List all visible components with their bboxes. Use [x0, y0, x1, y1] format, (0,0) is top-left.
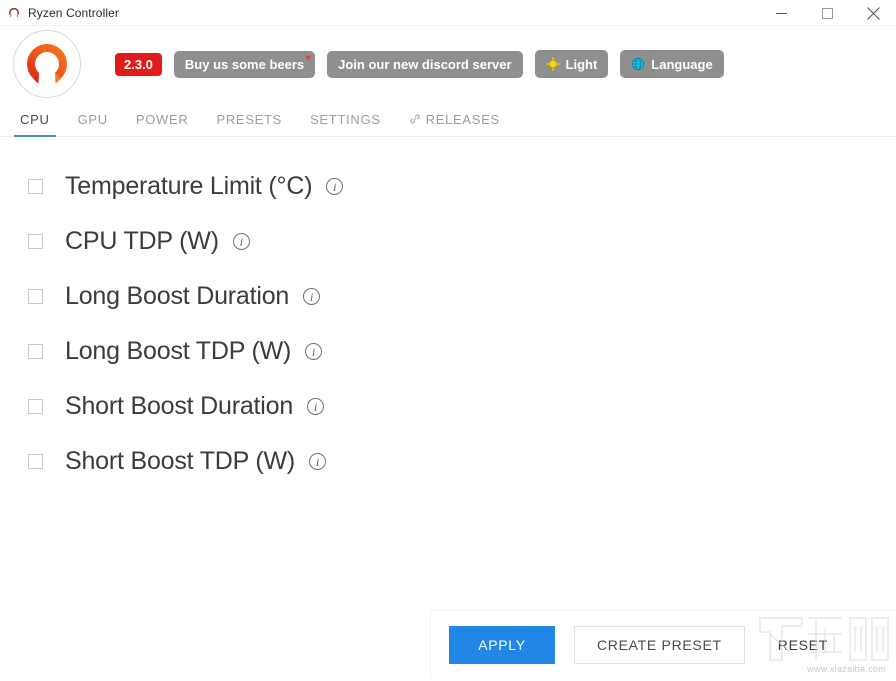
- apply-button[interactable]: APPLY: [449, 626, 555, 664]
- tab-presets[interactable]: PRESETS: [202, 102, 296, 136]
- setting-row-cpu-tdp: CPU TDP (W) i: [28, 214, 896, 269]
- version-badge: 2.3.0: [115, 53, 162, 76]
- tab-settings[interactable]: SETTINGS: [296, 102, 395, 136]
- label-cpu-tdp: CPU TDP (W): [65, 227, 219, 256]
- discord-label: Join our new discord server: [338, 58, 511, 71]
- checkbox-long-boost-tdp[interactable]: [28, 344, 43, 359]
- label-long-boost-tdp: Long Boost TDP (W): [65, 337, 291, 366]
- label-short-boost-duration: Short Boost Duration: [65, 392, 293, 421]
- titlebar: Ryzen Controller: [0, 0, 896, 26]
- toolbar: 2.3.0 Buy us some beers ♥ Join our new d…: [0, 26, 896, 102]
- tab-cpu-label: CPU: [20, 112, 50, 127]
- setting-row-short-boost-duration: Short Boost Duration i: [28, 379, 896, 434]
- heart-icon: ♥: [305, 54, 311, 64]
- tab-gpu-label: GPU: [78, 112, 108, 127]
- discord-button[interactable]: Join our new discord server: [327, 51, 522, 78]
- language-label: Language: [651, 58, 712, 71]
- info-icon-short-boost-tdp[interactable]: i: [309, 453, 326, 470]
- setting-row-long-boost-duration: Long Boost Duration i: [28, 269, 896, 324]
- reset-button[interactable]: RESET: [764, 626, 842, 664]
- sun-icon: [546, 57, 560, 71]
- window-title: Ryzen Controller: [28, 6, 119, 20]
- tab-gpu[interactable]: GPU: [64, 102, 122, 136]
- tab-cpu[interactable]: CPU: [6, 102, 64, 136]
- checkbox-long-boost-duration[interactable]: [28, 289, 43, 304]
- tab-power[interactable]: POWER: [122, 102, 203, 136]
- cpu-settings-list: Temperature Limit (°C) i CPU TDP (W) i L…: [0, 137, 896, 489]
- label-long-boost-duration: Long Boost Duration: [65, 282, 289, 311]
- create-preset-button[interactable]: CREATE PRESET: [574, 626, 745, 664]
- tab-releases[interactable]: RELEASES: [395, 102, 514, 136]
- checkbox-temperature-limit[interactable]: [28, 179, 43, 194]
- globe-icon: [631, 57, 645, 71]
- tab-bar: CPU GPU POWER PRESETS SETTINGS RELEASES: [0, 102, 896, 137]
- ryzen-logo-icon: [7, 6, 21, 20]
- setting-row-long-boost-tdp: Long Boost TDP (W) i: [28, 324, 896, 379]
- tab-presets-label: PRESETS: [216, 112, 282, 127]
- theme-toggle-button[interactable]: Light: [535, 50, 609, 78]
- maximize-icon[interactable]: [804, 0, 850, 26]
- checkbox-short-boost-tdp[interactable]: [28, 454, 43, 469]
- buy-beers-button[interactable]: Buy us some beers ♥: [174, 51, 315, 78]
- checkbox-short-boost-duration[interactable]: [28, 399, 43, 414]
- ryzen-controller-logo: [13, 30, 81, 98]
- checkbox-cpu-tdp[interactable]: [28, 234, 43, 249]
- info-icon-long-boost-duration[interactable]: i: [303, 288, 320, 305]
- buy-beers-label: Buy us some beers: [185, 58, 304, 71]
- minimize-icon[interactable]: [758, 0, 804, 26]
- setting-row-temperature-limit: Temperature Limit (°C) i: [28, 159, 896, 214]
- label-temperature-limit: Temperature Limit (°C): [65, 172, 312, 201]
- tab-power-label: POWER: [136, 112, 189, 127]
- info-icon-short-boost-duration[interactable]: i: [307, 398, 324, 415]
- setting-row-short-boost-tdp: Short Boost TDP (W) i: [28, 434, 896, 489]
- info-icon-cpu-tdp[interactable]: i: [233, 233, 250, 250]
- language-button[interactable]: Language: [620, 50, 723, 78]
- link-icon: [409, 113, 421, 125]
- tab-settings-label: SETTINGS: [310, 112, 381, 127]
- label-short-boost-tdp: Short Boost TDP (W): [65, 447, 295, 476]
- info-icon-temperature-limit[interactable]: i: [326, 178, 343, 195]
- tab-releases-label: RELEASES: [426, 112, 500, 127]
- info-icon-long-boost-tdp[interactable]: i: [305, 343, 322, 360]
- theme-label: Light: [566, 58, 598, 71]
- close-icon[interactable]: [850, 0, 896, 26]
- watermark-url: www.xiazaiba.com: [807, 664, 886, 674]
- window-controls: [758, 0, 896, 26]
